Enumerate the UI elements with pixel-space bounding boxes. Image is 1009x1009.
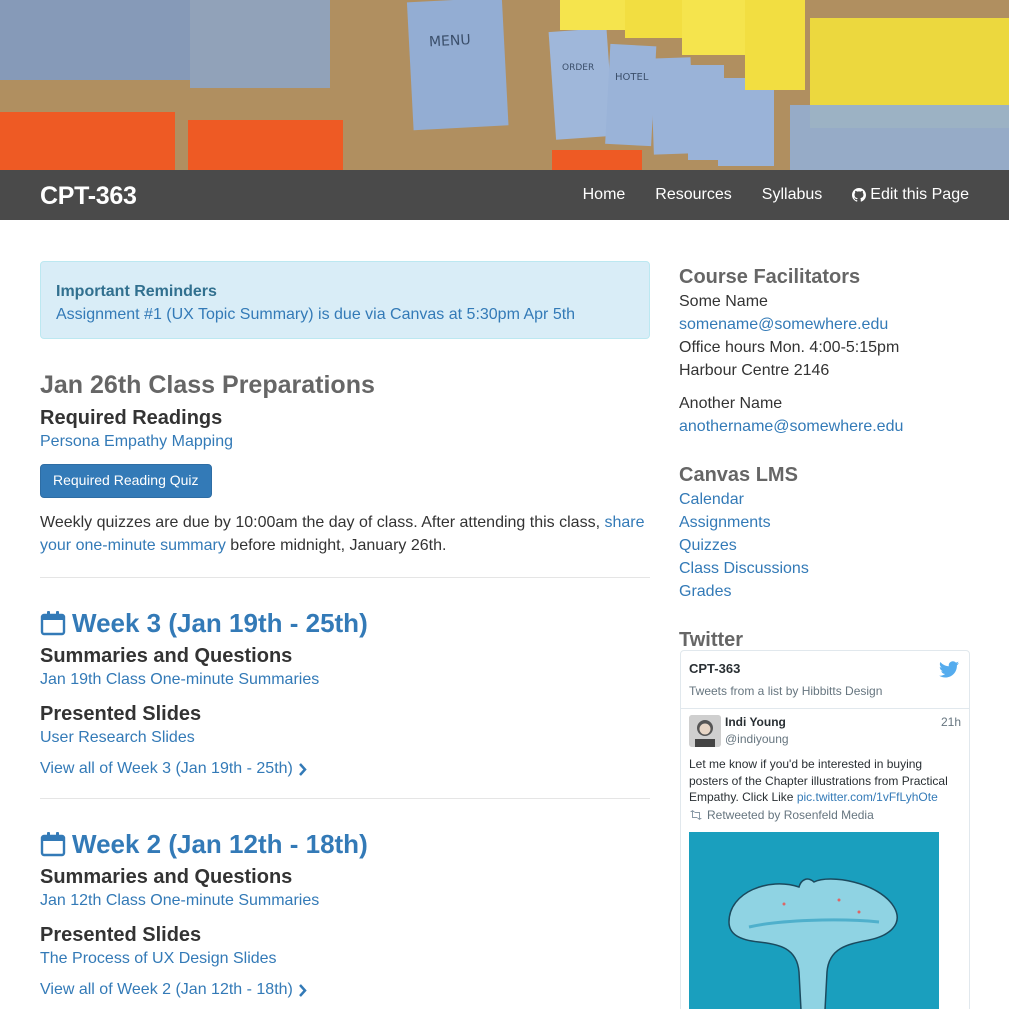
main-content: Important Reminders Assignment #1 (UX To…: [40, 261, 650, 999]
summaries-link[interactable]: Jan 19th Class One-minute Summaries: [40, 671, 319, 688]
twitter-widget-header: CPT-363 Tweets from a list by Hibbitts D…: [681, 651, 969, 709]
svg-text:MENU: MENU: [429, 32, 471, 50]
view-all-week-link[interactable]: View all of Week 3 (Jan 19th - 25th): [40, 760, 307, 778]
week-title-label: Week 2 (Jan 12th - 18th): [72, 829, 368, 859]
view-all-label: View all of Week 2 (Jan 12th - 18th): [40, 981, 293, 998]
facilitator-email-link[interactable]: anothername@somewhere.edu: [679, 418, 903, 435]
quiz-info-text: Weekly quizzes are due by 10:00am the da…: [40, 514, 601, 531]
retweet-label: Retweeted by Rosenfeld Media: [707, 807, 874, 822]
twitter-widget-subtitle: Tweets from a list by Hibbitts Design: [689, 684, 883, 698]
nav-syllabus[interactable]: Syllabus: [762, 186, 822, 204]
twitter-bird-icon[interactable]: [939, 661, 959, 678]
slides-heading: Presented Slides: [40, 703, 202, 725]
retweet-info: Retweeted by Rosenfeld Media: [689, 808, 961, 822]
top-navbar: CPT-363 Home Resources Syllabus Edit thi…: [0, 170, 1009, 220]
nav-resources[interactable]: Resources: [655, 186, 731, 204]
office-hours: Office hours Mon. 4:00-5:15pm: [679, 339, 900, 356]
summaries-link[interactable]: Jan 12th Class One-minute Summaries: [40, 892, 319, 909]
reading-link[interactable]: Persona Empathy Mapping: [40, 433, 233, 450]
facilitator-name: Some Name: [679, 293, 768, 310]
canvas-link-calendar[interactable]: Calendar: [679, 491, 744, 508]
twitter-widget: CPT-363 Tweets from a list by Hibbitts D…: [680, 650, 970, 1009]
calendar-icon: [40, 611, 66, 636]
site-brand[interactable]: CPT-363: [40, 182, 137, 211]
summaries-heading: Summaries and Questions: [40, 645, 293, 667]
sidebar: Course Facilitators Some Name somename@s…: [679, 264, 970, 653]
nav-edit-page[interactable]: Edit this Page: [852, 186, 969, 204]
week-title-label: Week 3 (Jan 19th - 25th): [72, 608, 368, 638]
canvas-link-discussions[interactable]: Class Discussions: [679, 560, 809, 577]
week-section: Week 3 (Jan 19th - 25th) Summaries and Q…: [40, 608, 650, 778]
reading-quiz-button[interactable]: Required Reading Quiz: [40, 464, 212, 498]
chevron-right-icon: [298, 762, 307, 776]
canvas-link-quizzes[interactable]: Quizzes: [679, 537, 737, 554]
tweet-timestamp[interactable]: 21h: [941, 715, 961, 729]
slides-link[interactable]: The Process of UX Design Slides: [40, 950, 277, 967]
svg-text:ORDER: ORDER: [562, 63, 594, 73]
calendar-icon: [40, 832, 66, 857]
required-readings-heading: Required Readings: [40, 407, 223, 429]
twitter-widget-title[interactable]: CPT-363: [689, 661, 961, 676]
tweet-media-link[interactable]: pic.twitter.com/1vFfLyhOte: [797, 790, 938, 804]
view-all-week-link[interactable]: View all of Week 2 (Jan 12th - 18th): [40, 981, 307, 999]
divider: [40, 798, 650, 799]
nav-edit-label: Edit this Page: [870, 186, 969, 203]
tweet-author-name: Indi Young: [725, 715, 786, 729]
svg-text:HOTEL: HOTEL: [615, 72, 649, 83]
view-all-label: View all of Week 3 (Jan 19th - 25th): [40, 760, 293, 777]
canvas-link-grades[interactable]: Grades: [679, 583, 731, 600]
tweet-author[interactable]: Indi Young @indiyoung 21h: [689, 715, 961, 747]
slides-link[interactable]: User Research Slides: [40, 729, 195, 746]
summaries-heading: Summaries and Questions: [40, 866, 293, 888]
reminder-link[interactable]: Assignment #1 (UX Topic Summary) is due …: [56, 306, 575, 323]
facilitator-email-link[interactable]: somename@somewhere.edu: [679, 316, 888, 333]
tweet-author-handle: @indiyoung: [725, 732, 789, 746]
tweet: Indi Young @indiyoung 21h Let me know if…: [681, 709, 969, 1009]
nav-home[interactable]: Home: [583, 186, 626, 204]
quiz-info-text-end: before midnight, January 26th.: [230, 537, 447, 554]
chevron-right-icon: [298, 983, 307, 997]
header-banner-image: MENU ORDER HOTEL: [0, 0, 1009, 170]
tweet-media-image[interactable]: [689, 831, 939, 1009]
week-section: Week 2 (Jan 12th - 18th) Summaries and Q…: [40, 829, 650, 999]
week-title[interactable]: Week 2 (Jan 12th - 18th): [40, 829, 650, 859]
facilitator-name: Another Name: [679, 395, 783, 412]
github-icon: [852, 188, 867, 202]
divider: [40, 577, 650, 578]
retweet-icon: [690, 809, 702, 820]
quiz-info-paragraph: Weekly quizzes are due by 10:00am the da…: [40, 511, 650, 557]
avatar[interactable]: [689, 715, 721, 747]
facilitators-heading: Course Facilitators: [679, 266, 861, 288]
tweet-text: Let me know if you'd be interested in bu…: [689, 756, 961, 806]
reminders-title: Important Reminders: [56, 283, 217, 300]
prep-title: Jan 26th Class Preparations: [40, 371, 375, 399]
canvas-link-assignments[interactable]: Assignments: [679, 514, 771, 531]
canvas-heading: Canvas LMS: [679, 464, 798, 486]
week-title[interactable]: Week 3 (Jan 19th - 25th): [40, 608, 650, 638]
office-location: Harbour Centre 2146: [679, 362, 830, 379]
slides-heading: Presented Slides: [40, 924, 202, 946]
reminders-alert: Important Reminders Assignment #1 (UX To…: [40, 261, 650, 339]
nav-links: Home Resources Syllabus Edit this Page: [583, 170, 969, 220]
